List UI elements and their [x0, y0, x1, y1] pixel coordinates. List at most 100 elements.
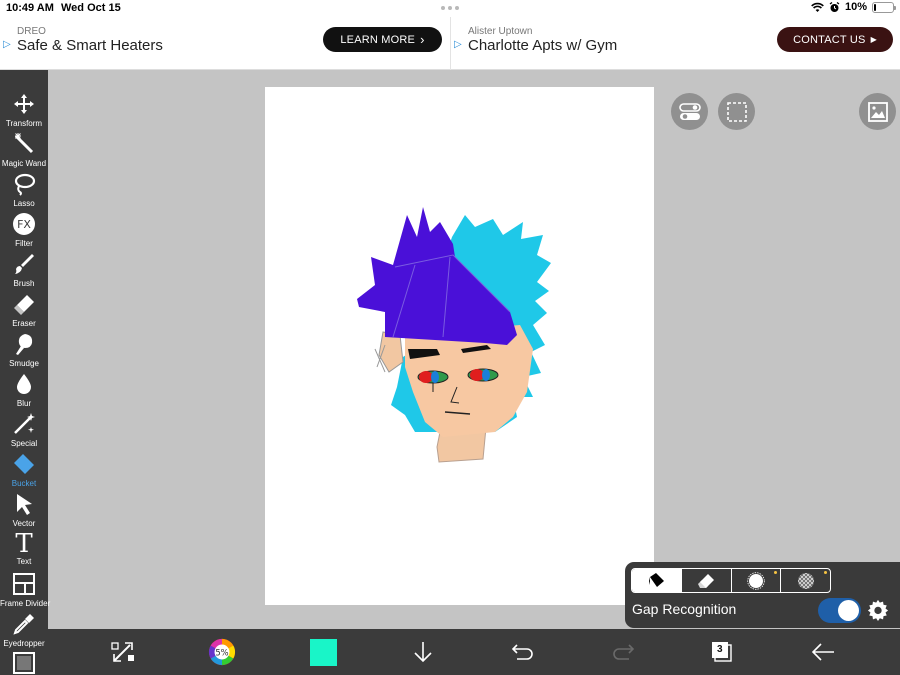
tool-label: Text	[16, 557, 32, 566]
swap-transform-icon	[111, 642, 134, 662]
ad-advertiser: DREO	[17, 26, 46, 37]
magic-wand-icon	[14, 133, 34, 154]
tool-label: Eraser	[12, 319, 36, 328]
bucket-icon	[14, 454, 34, 474]
mode-bucket[interactable]	[632, 569, 682, 592]
tool-blur[interactable]: Blur	[0, 372, 48, 412]
ad-headline[interactable]: Safe & Smart Heaters	[17, 37, 163, 54]
gear-icon[interactable]	[867, 599, 889, 621]
redo-icon	[613, 644, 635, 660]
tool-label: Brush	[13, 279, 35, 288]
color-wheel-icon: 5%	[208, 638, 236, 666]
drop-icon	[17, 374, 31, 394]
tool-magic-wand[interactable]: Magic Wand	[0, 132, 48, 172]
frame-icon	[13, 652, 35, 674]
fx-label: FX	[17, 218, 31, 231]
tool-lasso[interactable]: Lasso	[0, 172, 48, 212]
option-dot	[824, 571, 827, 574]
ad-right[interactable]: ▷ Alister Uptown Charlotte Apts w/ Gym C…	[450, 17, 900, 70]
status-bar: 10:49 AM Wed Oct 15 10%	[0, 0, 900, 17]
color-wheel-button[interactable]: 5%	[208, 638, 236, 666]
chevron-right-icon: ›	[420, 32, 425, 47]
ad-advertiser: Alister Uptown	[468, 26, 533, 37]
bottom-toolbar: 5% 3	[48, 629, 900, 675]
cta-label: CONTACT US	[793, 33, 866, 46]
tool-special[interactable]: Special	[0, 412, 48, 452]
tool-brush[interactable]: Brush	[0, 252, 48, 292]
battery-percent: 10%	[844, 1, 867, 13]
transform-swap-button[interactable]	[109, 638, 137, 666]
mode-transparency[interactable]	[781, 569, 830, 592]
battery-icon	[872, 1, 896, 13]
wifi-icon	[811, 2, 824, 12]
eraser-icon	[698, 573, 715, 588]
tool-eraser[interactable]: Eraser	[0, 292, 48, 332]
arrow-down-icon	[414, 642, 432, 663]
undo-button[interactable]	[509, 638, 537, 666]
tool-label: Transform	[5, 119, 43, 128]
eraser-icon	[14, 295, 34, 315]
reference-image-button[interactable]	[859, 93, 896, 130]
smudge-icon	[16, 334, 33, 355]
status-time: 10:49 AM	[6, 2, 54, 14]
cursor-arrow-icon	[17, 494, 32, 515]
fx-icon: FX	[13, 213, 35, 235]
status-right: 10%	[811, 1, 896, 13]
tool-filter[interactable]: FX Filter	[0, 212, 48, 252]
bucket-icon	[649, 572, 665, 587]
tool-transform[interactable]: Transform	[0, 92, 48, 132]
toggle-switches-icon	[678, 102, 701, 120]
toggle-knob	[838, 600, 859, 621]
adchoices-icon[interactable]: ▷	[454, 39, 462, 50]
multitasking-dots-icon[interactable]	[441, 6, 459, 10]
tool-vector[interactable]: Vector	[0, 492, 48, 532]
transparency-icon	[797, 572, 814, 589]
ad-headline[interactable]: Charlotte Apts w/ Gym	[468, 37, 617, 54]
gap-recognition-toggle[interactable]	[818, 598, 861, 623]
tool-layer-toggle[interactable]	[0, 651, 48, 675]
toggles-button[interactable]	[671, 93, 708, 130]
character-drawing	[357, 207, 551, 463]
tool-label: Smudge	[9, 359, 39, 368]
back-button[interactable]	[809, 638, 837, 666]
mode-circle[interactable]	[732, 569, 782, 592]
eyedropper-icon	[13, 614, 34, 635]
layers-button[interactable]: 3	[708, 638, 736, 666]
sparkle-wand-icon	[14, 413, 35, 434]
gap-recognition-label: Gap Recognition	[632, 601, 737, 617]
brush-icon	[15, 254, 34, 274]
tool-smudge[interactable]: Smudge	[0, 332, 48, 372]
tool-eyedropper[interactable]: Eyedropper	[0, 612, 48, 652]
status-date: Wed Oct 15	[61, 2, 121, 14]
tool-frame-divider[interactable]: Frame Divider	[0, 572, 51, 612]
mode-eraser[interactable]	[682, 569, 732, 592]
tool-label: Magic Wand	[1, 159, 47, 168]
lasso-icon	[14, 173, 36, 196]
learn-more-button[interactable]: LEARN MORE ›	[323, 27, 442, 52]
ad-left[interactable]: ▷ DREO Safe & Smart Heaters LEARN MORE ›	[0, 17, 450, 70]
tool-text[interactable]: T Text	[0, 530, 48, 570]
download-button[interactable]	[409, 638, 437, 666]
tool-label: Filter	[15, 239, 33, 248]
tool-label: Special	[10, 439, 38, 448]
image-icon	[867, 101, 888, 122]
drawing-canvas[interactable]	[265, 87, 654, 605]
move-arrows-icon	[14, 94, 34, 114]
text-t-icon: T	[15, 530, 33, 554]
tool-label: Bucket	[11, 479, 37, 488]
undo-icon	[511, 644, 533, 660]
adchoices-icon[interactable]: ▷	[3, 39, 11, 50]
cta-label: LEARN MORE	[340, 33, 416, 46]
contact-us-button[interactable]: CONTACT US ▶	[777, 27, 893, 52]
redo-button[interactable]	[609, 638, 637, 666]
selection-button[interactable]	[718, 93, 755, 130]
tool-label: Eyedropper	[3, 639, 45, 648]
dashed-selection-icon	[726, 101, 747, 122]
current-color-swatch[interactable]	[309, 638, 337, 666]
tool-label: Frame Divider	[0, 599, 51, 608]
color-swatch	[309, 638, 337, 666]
play-right-icon: ▶	[870, 35, 877, 44]
bucket-options-panel: Gap Recognition	[625, 562, 900, 628]
text-glyph: T	[15, 530, 33, 554]
tool-bucket[interactable]: Bucket	[0, 452, 48, 492]
